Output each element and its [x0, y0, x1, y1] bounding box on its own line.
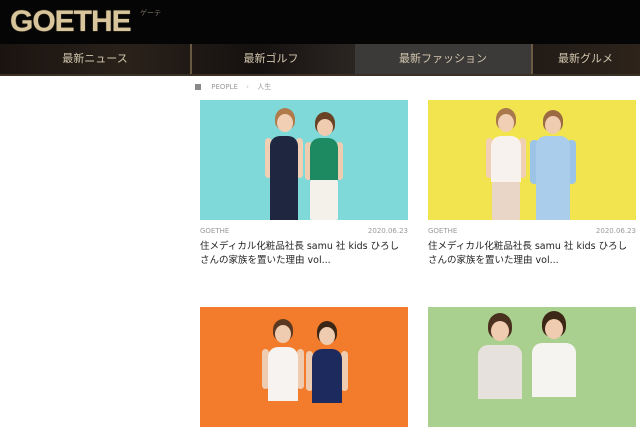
nav-divider — [531, 44, 533, 74]
article-thumbnail[interactable] — [200, 100, 408, 220]
person-figure — [474, 313, 526, 399]
article-card[interactable] — [428, 307, 636, 427]
breadcrumb-separator: › — [246, 83, 249, 91]
person-figure — [528, 311, 580, 397]
breadcrumb-item: 人生 — [257, 83, 272, 91]
nav-item-gourmet[interactable]: 最新グルメ — [531, 44, 640, 74]
person-figure — [528, 110, 578, 220]
home-icon[interactable] — [195, 84, 201, 90]
nav-item-label: 最新ゴルフ — [243, 52, 299, 65]
nav-item-label: 最新グルメ — [558, 52, 613, 65]
article-thumbnail[interactable] — [428, 307, 636, 427]
person-figure — [484, 108, 528, 220]
person-figure — [264, 108, 304, 220]
article-meta: GOETHE 2020.06.23 — [200, 224, 408, 238]
article-title[interactable]: 住メディカル化粧品社長 samu 社 kids ひろしさんの家族を置いた理由 v… — [200, 240, 408, 268]
article-card[interactable]: GOETHE 2020.06.23 住メディカル化粧品社長 samu 社 kid… — [428, 100, 636, 268]
breadcrumb: PEOPLE › 人生 — [195, 80, 277, 94]
article-title[interactable]: 住メディカル化粧品社長 samu 社 kids ひろしさんの家族を置いた理由 v… — [428, 240, 636, 268]
main-nav: 最新ニュース 最新ゴルフ 最新ファッション 最新グルメ — [0, 44, 640, 76]
nav-item-label: 最新ファッション — [399, 52, 487, 65]
site-logo[interactable]: GOETHE — [10, 4, 132, 40]
article-category[interactable]: GOETHE — [428, 224, 457, 238]
nav-item-golf[interactable]: 最新ゴルフ — [190, 44, 352, 74]
article-date: 2020.06.23 — [367, 227, 408, 235]
article-card[interactable]: GOETHE 2020.06.23 住メディカル化粧品社長 samu 社 kid… — [200, 100, 408, 268]
nav-item-label: 最新ニュース — [62, 52, 128, 65]
article-meta: GOETHE 2020.06.23 — [428, 224, 636, 238]
article-date: 2020.06.23 — [595, 227, 636, 235]
nav-item-fashion[interactable]: 最新ファッション — [355, 44, 531, 74]
article-thumbnail[interactable] — [200, 307, 408, 427]
breadcrumb-item[interactable]: PEOPLE — [211, 83, 238, 91]
article-category[interactable]: GOETHE — [200, 224, 229, 238]
site-header: GOETHE ゲーテ — [0, 0, 640, 44]
person-figure — [262, 319, 304, 401]
article-thumbnail[interactable] — [428, 100, 636, 220]
article-card[interactable] — [200, 307, 408, 427]
logo-subtitle: ゲーテ — [140, 10, 161, 17]
person-figure — [306, 321, 348, 403]
nav-divider — [190, 44, 192, 74]
person-figure — [304, 112, 344, 220]
nav-item-news[interactable]: 最新ニュース — [0, 44, 190, 74]
